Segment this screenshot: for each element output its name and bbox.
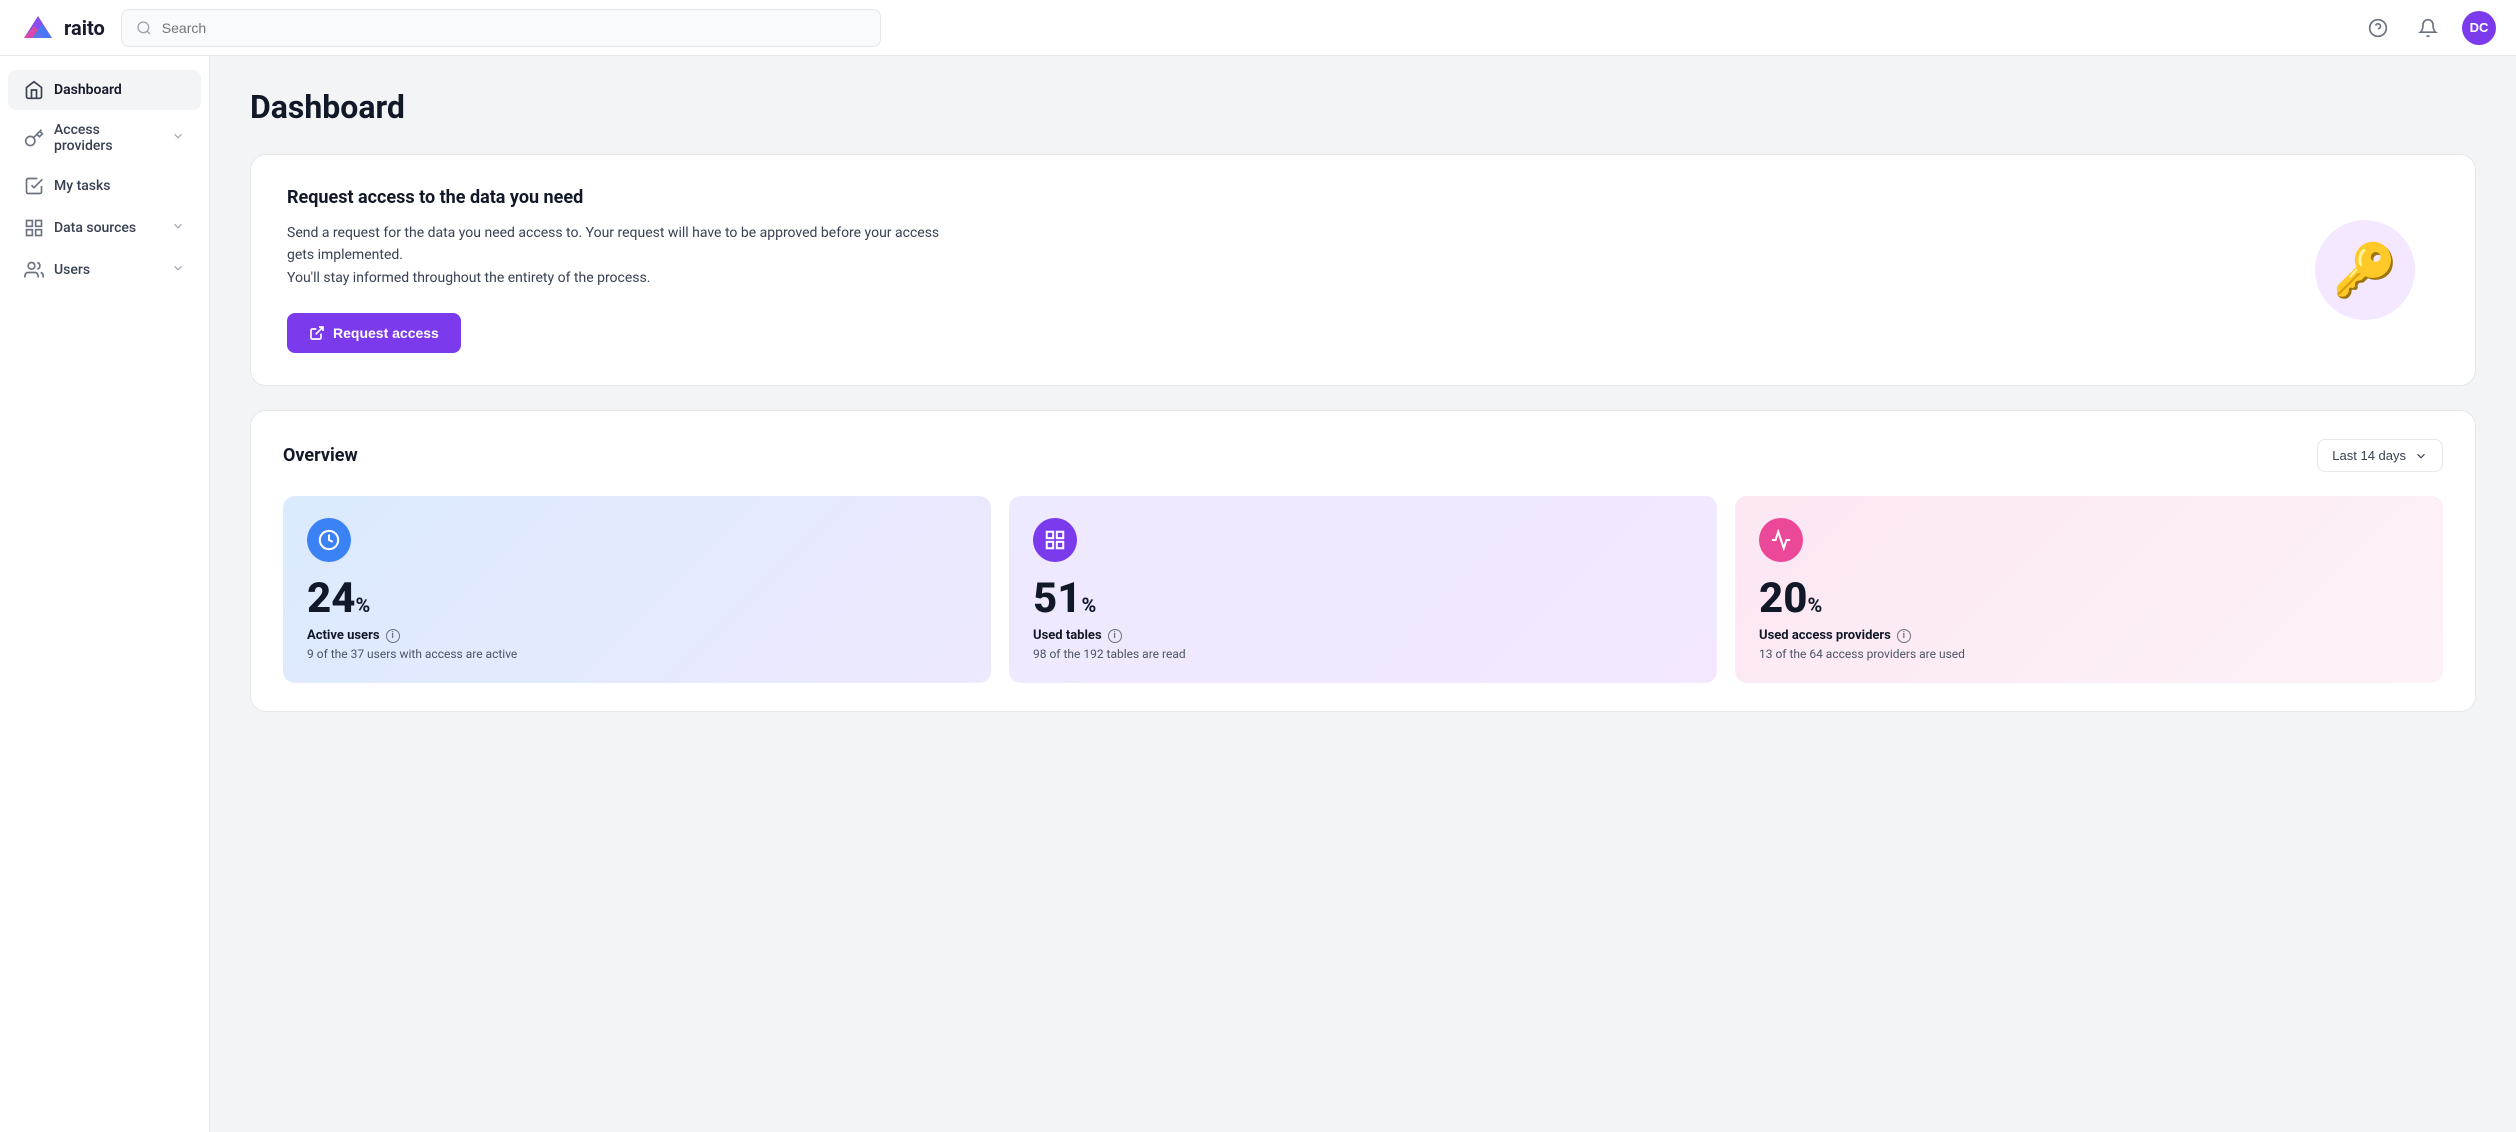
used-tables-label: Used tables i bbox=[1033, 628, 1693, 643]
chevron-down-icon bbox=[171, 219, 185, 237]
stats-grid: 24% Active users i 9 of the 37 users wit… bbox=[283, 496, 2443, 683]
tasks-icon bbox=[24, 176, 44, 196]
logo-text: raito bbox=[64, 16, 105, 40]
active-users-label: Active users i bbox=[307, 628, 967, 643]
used-access-providers-label: Used access providers i bbox=[1759, 628, 2419, 643]
used-access-providers-sub: 13 of the 64 access providers are used bbox=[1759, 647, 2419, 661]
sidebar: Dashboard Access providers My tasks bbox=[0, 56, 210, 1132]
stat-card-used-tables: 51% Used tables i 98 of the 192 tables a… bbox=[1009, 496, 1717, 683]
active-users-icon bbox=[307, 518, 351, 562]
used-access-providers-value: 20% bbox=[1759, 578, 2419, 620]
search-input[interactable] bbox=[162, 20, 866, 36]
key-icon bbox=[24, 128, 44, 148]
users-icon bbox=[24, 260, 44, 280]
sidebar-item-dashboard[interactable]: Dashboard bbox=[8, 70, 201, 110]
used-access-providers-icon bbox=[1759, 518, 1803, 562]
used-tables-icon bbox=[1033, 518, 1077, 562]
sidebar-item-data-sources[interactable]: Data sources bbox=[8, 208, 201, 248]
nav-right: DC bbox=[2362, 11, 2496, 45]
active-users-sub: 9 of the 37 users with access are active bbox=[307, 647, 967, 661]
key-illustration: 🔑 bbox=[2315, 220, 2415, 320]
info-icon[interactable]: i bbox=[386, 629, 400, 643]
used-tables-value: 51% bbox=[1033, 578, 1693, 620]
overview-header: Overview Last 14 days bbox=[283, 439, 2443, 472]
help-icon bbox=[2368, 18, 2388, 38]
sidebar-item-my-tasks[interactable]: My tasks bbox=[8, 166, 201, 206]
notifications-button[interactable] bbox=[2412, 12, 2444, 44]
stat-card-active-users: 24% Active users i 9 of the 37 users wit… bbox=[283, 496, 991, 683]
sidebar-item-label: Access providers bbox=[54, 122, 161, 154]
stat-card-used-access-providers: 20% Used access providers i 13 of the 64… bbox=[1735, 496, 2443, 683]
search-bar[interactable] bbox=[121, 9, 881, 47]
period-select[interactable]: Last 14 days bbox=[2317, 439, 2443, 472]
sidebar-item-label: Users bbox=[54, 262, 90, 278]
card-body: Send a request for the data you need acc… bbox=[287, 222, 967, 289]
request-access-button[interactable]: Request access bbox=[287, 313, 461, 353]
top-navigation: raito DC bbox=[0, 0, 2516, 56]
external-link-icon bbox=[309, 325, 325, 341]
info-icon[interactable]: i bbox=[1897, 629, 1911, 643]
request-access-card: Request access to the data you need Send… bbox=[250, 154, 2476, 386]
user-avatar[interactable]: DC bbox=[2462, 11, 2496, 45]
chevron-down-icon bbox=[171, 261, 185, 279]
used-tables-sub: 98 of the 192 tables are read bbox=[1033, 647, 1693, 661]
overview-title: Overview bbox=[283, 445, 358, 466]
search-icon bbox=[136, 20, 152, 36]
sidebar-item-label: My tasks bbox=[54, 178, 111, 194]
help-button[interactable] bbox=[2362, 12, 2394, 44]
sidebar-item-access-providers[interactable]: Access providers bbox=[8, 112, 201, 164]
overview-card: Overview Last 14 days bbox=[250, 410, 2476, 712]
active-users-value: 24% bbox=[307, 578, 967, 620]
chevron-down-icon bbox=[2414, 449, 2428, 463]
card-heading: Request access to the data you need bbox=[287, 187, 2439, 208]
sidebar-item-label: Data sources bbox=[54, 220, 136, 236]
main-layout: Dashboard Access providers My tasks bbox=[0, 56, 2516, 1132]
home-icon bbox=[24, 80, 44, 100]
main-content: Dashboard Request access to the data you… bbox=[210, 56, 2516, 1132]
logo[interactable]: raito bbox=[20, 10, 105, 46]
page-title: Dashboard bbox=[250, 88, 2476, 126]
bell-icon bbox=[2418, 18, 2438, 38]
info-icon[interactable]: i bbox=[1108, 629, 1122, 643]
sidebar-item-users[interactable]: Users bbox=[8, 250, 201, 290]
data-sources-icon bbox=[24, 218, 44, 238]
sidebar-item-label: Dashboard bbox=[54, 82, 122, 98]
chevron-down-icon bbox=[171, 129, 185, 147]
